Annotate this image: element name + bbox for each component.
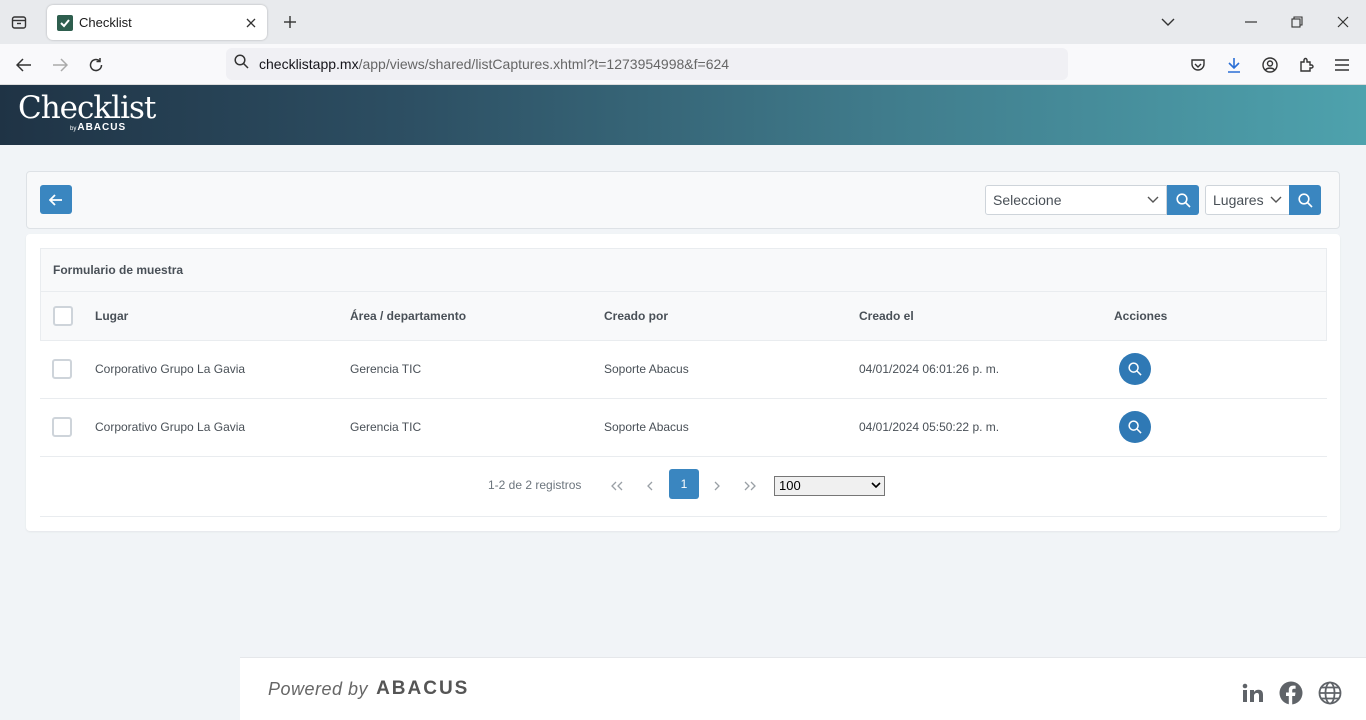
cell-lugar: Corporativo Grupo La Gavia <box>95 362 246 376</box>
close-tab-icon[interactable] <box>239 11 263 35</box>
search-icon <box>1128 420 1142 434</box>
tab-list-icon[interactable] <box>10 13 28 31</box>
linkedin-icon[interactable] <box>1240 680 1266 706</box>
powered-by-logo: Powered by ABACUS <box>268 678 470 699</box>
column-header-creado-por[interactable]: Creado por <box>604 292 668 340</box>
places-select[interactable]: Lugares <box>1205 185 1290 215</box>
cell-creado-el: 04/01/2024 06:01:26 p. m. <box>859 362 1000 376</box>
view-capture-button[interactable] <box>1119 353 1151 385</box>
close-window-icon[interactable] <box>1331 10 1355 34</box>
cell-area: Gerencia TIC <box>350 420 422 434</box>
menu-icon[interactable] <box>1330 53 1354 77</box>
form-title: Formulario de muestra <box>40 248 1327 291</box>
filter-search-button[interactable] <box>1167 185 1199 215</box>
rows-per-page-select[interactable]: 100 <box>774 476 885 496</box>
browser-tab-bar: Checklist <box>0 0 1366 44</box>
checklist-favicon-icon <box>57 14 73 31</box>
select-all-checkbox[interactable] <box>53 306 73 326</box>
facebook-icon[interactable] <box>1278 680 1304 706</box>
cell-creado-el: 04/01/2024 05:50:22 p. m. <box>859 420 1000 434</box>
column-header-area[interactable]: Área / departamento <box>350 292 466 340</box>
search-icon <box>1128 362 1142 376</box>
table-header: Lugar Área / departamento Creado por Cre… <box>40 291 1327 341</box>
cell-creado-por: Soporte Abacus <box>604 362 689 376</box>
column-header-creado-el[interactable]: Creado el <box>859 292 914 340</box>
back-arrow-icon[interactable] <box>12 53 36 77</box>
search-icon <box>234 54 249 74</box>
reload-icon[interactable] <box>84 53 108 77</box>
new-tab-icon[interactable] <box>279 11 301 33</box>
paginator: 1-2 de 2 registros 1 100 <box>40 456 1327 517</box>
row-checkbox[interactable] <box>52 359 72 379</box>
filter-select[interactable]: Seleccione <box>985 185 1167 215</box>
url-text: checklistapp.mx/app/views/shared/listCap… <box>259 56 730 72</box>
restore-icon[interactable] <box>1285 10 1309 34</box>
checklist-logo[interactable]: Checklist byABACUS <box>18 91 156 133</box>
downloads-icon[interactable] <box>1222 53 1246 77</box>
globe-icon[interactable] <box>1317 680 1343 706</box>
table-row[interactable]: Corporativo Grupo La Gavia Gerencia TIC … <box>40 341 1327 399</box>
column-header-acciones: Acciones <box>1114 309 1168 323</box>
last-page-icon[interactable] <box>740 476 760 496</box>
search-icon <box>1175 192 1191 208</box>
search-icon <box>1297 192 1313 208</box>
paginator-report: 1-2 de 2 registros <box>488 478 582 492</box>
column-header-lugar[interactable]: Lugar <box>95 292 128 340</box>
chevron-down-icon <box>871 478 881 497</box>
arrow-left-icon <box>49 193 62 206</box>
filter-toolbar: Seleccione Lugares <box>26 171 1340 229</box>
row-checkbox[interactable] <box>52 417 72 437</box>
places-search-button[interactable] <box>1289 185 1321 215</box>
cell-lugar: Corporativo Grupo La Gavia <box>95 420 246 434</box>
view-capture-button[interactable] <box>1119 411 1151 443</box>
browser-tab[interactable]: Checklist <box>47 5 267 40</box>
cell-creado-por: Soporte Abacus <box>604 420 689 434</box>
browser-nav-bar: checklistapp.mx/app/views/shared/listCap… <box>0 44 1366 85</box>
extensions-icon[interactable] <box>1294 53 1318 77</box>
chevron-down-icon <box>1270 193 1282 210</box>
table-row[interactable]: Corporativo Grupo La Gavia Gerencia TIC … <box>40 399 1327 457</box>
forward-arrow-icon[interactable] <box>48 53 72 77</box>
page-button-current[interactable]: 1 <box>669 469 699 499</box>
address-bar[interactable]: checklistapp.mx/app/views/shared/listCap… <box>226 48 1068 80</box>
tab-overflow-chevron-icon[interactable] <box>1156 10 1180 34</box>
captures-table-card: Formulario de muestra Lugar Área / depar… <box>26 234 1340 531</box>
minimize-icon[interactable] <box>1239 10 1263 34</box>
app-header-banner: Checklist byABACUS <box>0 85 1366 145</box>
first-page-icon[interactable] <box>607 476 627 496</box>
pocket-icon[interactable] <box>1186 53 1210 77</box>
cell-area: Gerencia TIC <box>350 362 422 376</box>
tab-title: Checklist <box>79 15 132 30</box>
footer: Powered by ABACUS <box>240 657 1366 720</box>
prev-page-icon[interactable] <box>640 476 660 496</box>
chevron-down-icon <box>1147 193 1159 210</box>
back-button[interactable] <box>40 185 72 214</box>
account-icon[interactable] <box>1258 53 1282 77</box>
next-page-icon[interactable] <box>707 476 727 496</box>
